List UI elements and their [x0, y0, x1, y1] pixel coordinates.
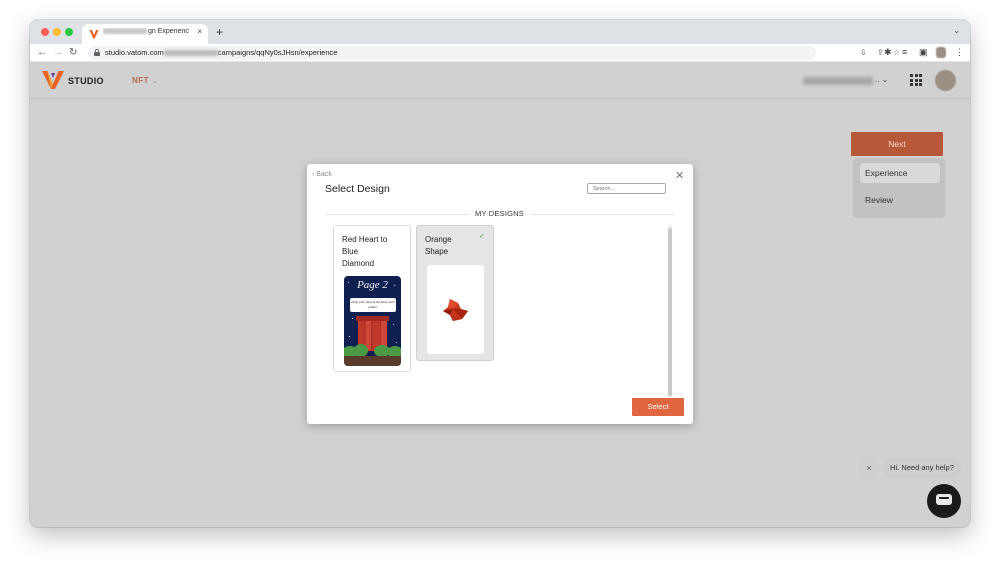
chat-bubble-icon [936, 494, 952, 505]
divider [530, 214, 675, 215]
orange-shape-graphic [443, 299, 468, 321]
new-tab-button[interactable]: + [216, 25, 223, 39]
scrollbar-thumb[interactable] [668, 228, 672, 396]
close-window-button[interactable] [41, 28, 49, 36]
divider [325, 214, 470, 215]
profile-avatar[interactable] [936, 47, 946, 58]
chevron-down-icon: ⌄ [152, 78, 159, 85]
select-button[interactable]: Select [632, 398, 684, 416]
next-button[interactable]: Next [851, 132, 943, 156]
design-thumbnail: Page 2 Drop your clues at the bin to ear… [344, 276, 401, 366]
step-review[interactable]: Review [865, 195, 893, 205]
address-bar[interactable]: studio.vatom.com campaigns/qqNy0sJHsn/exp… [88, 46, 900, 60]
apps-grid-icon[interactable] [910, 74, 922, 86]
design-card-title: Red Heart to Blue Diamond [342, 235, 388, 268]
account-name[interactable] [803, 77, 873, 85]
forward-arrow-icon[interactable]: → [53, 47, 63, 58]
thumbnail-title: Page 2 [357, 279, 388, 291]
vatom-favicon-icon [89, 30, 99, 39]
maximize-window-button[interactable] [65, 28, 73, 36]
chat-close-icon[interactable]: × [858, 457, 880, 479]
bookmark-star-icon[interactable]: ☆ [893, 48, 900, 57]
chat-greeting[interactable]: Hi. Need any help? [883, 457, 961, 479]
modal-title: Select Design [325, 183, 390, 195]
browser-window: gn Experienc × + ⌄ ← → ↻ studio.vatom.co… [30, 20, 970, 527]
account-menu[interactable]: .. ⌄ [875, 75, 888, 84]
back-link[interactable]: ‹ Back [312, 171, 332, 178]
browser-tab[interactable]: gn Experienc × [82, 24, 208, 44]
section-label: MY DESIGNS [475, 209, 524, 218]
close-tab-icon[interactable]: × [197, 27, 202, 36]
reload-icon[interactable]: ↻ [69, 47, 77, 58]
logo-text: STUDIO [68, 76, 104, 86]
vatom-logo-icon[interactable] [42, 70, 64, 90]
user-avatar[interactable] [935, 70, 956, 91]
step-experience[interactable]: Experience [860, 163, 940, 183]
design-card[interactable]: Red Heart to Blue Diamond Page 2 Drop yo… [333, 225, 411, 372]
select-design-modal: ‹ Back ✕ Select Design MY DESIGNS Red He… [307, 164, 693, 424]
chat-launcher-button[interactable] [927, 484, 961, 518]
side-panel-icon[interactable]: ▣ [919, 47, 928, 58]
app-header: STUDIO NFT ⌄ .. ⌄ [30, 62, 970, 99]
design-search-input[interactable] [587, 183, 666, 194]
steps-panel: Experience Review [853, 158, 945, 218]
install-app-icon[interactable]: ⇩ [860, 48, 867, 57]
nft-menu[interactable]: NFT ⌄ [132, 76, 158, 85]
share-icon[interactable]: ⇪ [877, 48, 884, 57]
lock-icon [94, 49, 100, 56]
browser-toolbar: ← → ↻ studio.vatom.com campaigns/qqNy0sJH… [30, 44, 970, 62]
back-arrow-icon[interactable]: ← [37, 47, 47, 58]
reading-list-icon[interactable]: ≡ [902, 47, 907, 57]
url-text: studio.vatom.com campaigns/qqNy0sJHsn/exp… [105, 48, 338, 57]
modal-close-icon[interactable]: ✕ [675, 169, 684, 182]
extensions-icon[interactable]: ✱ [884, 47, 892, 58]
design-thumbnail [427, 265, 484, 354]
tab-bar: gn Experienc × + ⌄ [30, 20, 970, 44]
tab-search-icon[interactable]: ⌄ [953, 26, 960, 35]
checkmark-icon: ✓ [479, 233, 485, 240]
tab-title: gn Experienc [103, 28, 193, 35]
browser-menu-icon[interactable]: ⋮ [955, 47, 964, 58]
design-card-selected[interactable]: Orange Shape ✓ [416, 225, 494, 361]
thumbnail-note: Drop your clues at the bin to earn point… [350, 298, 396, 312]
minimize-window-button[interactable] [53, 28, 61, 36]
design-card-title: Orange Shape [425, 235, 452, 256]
